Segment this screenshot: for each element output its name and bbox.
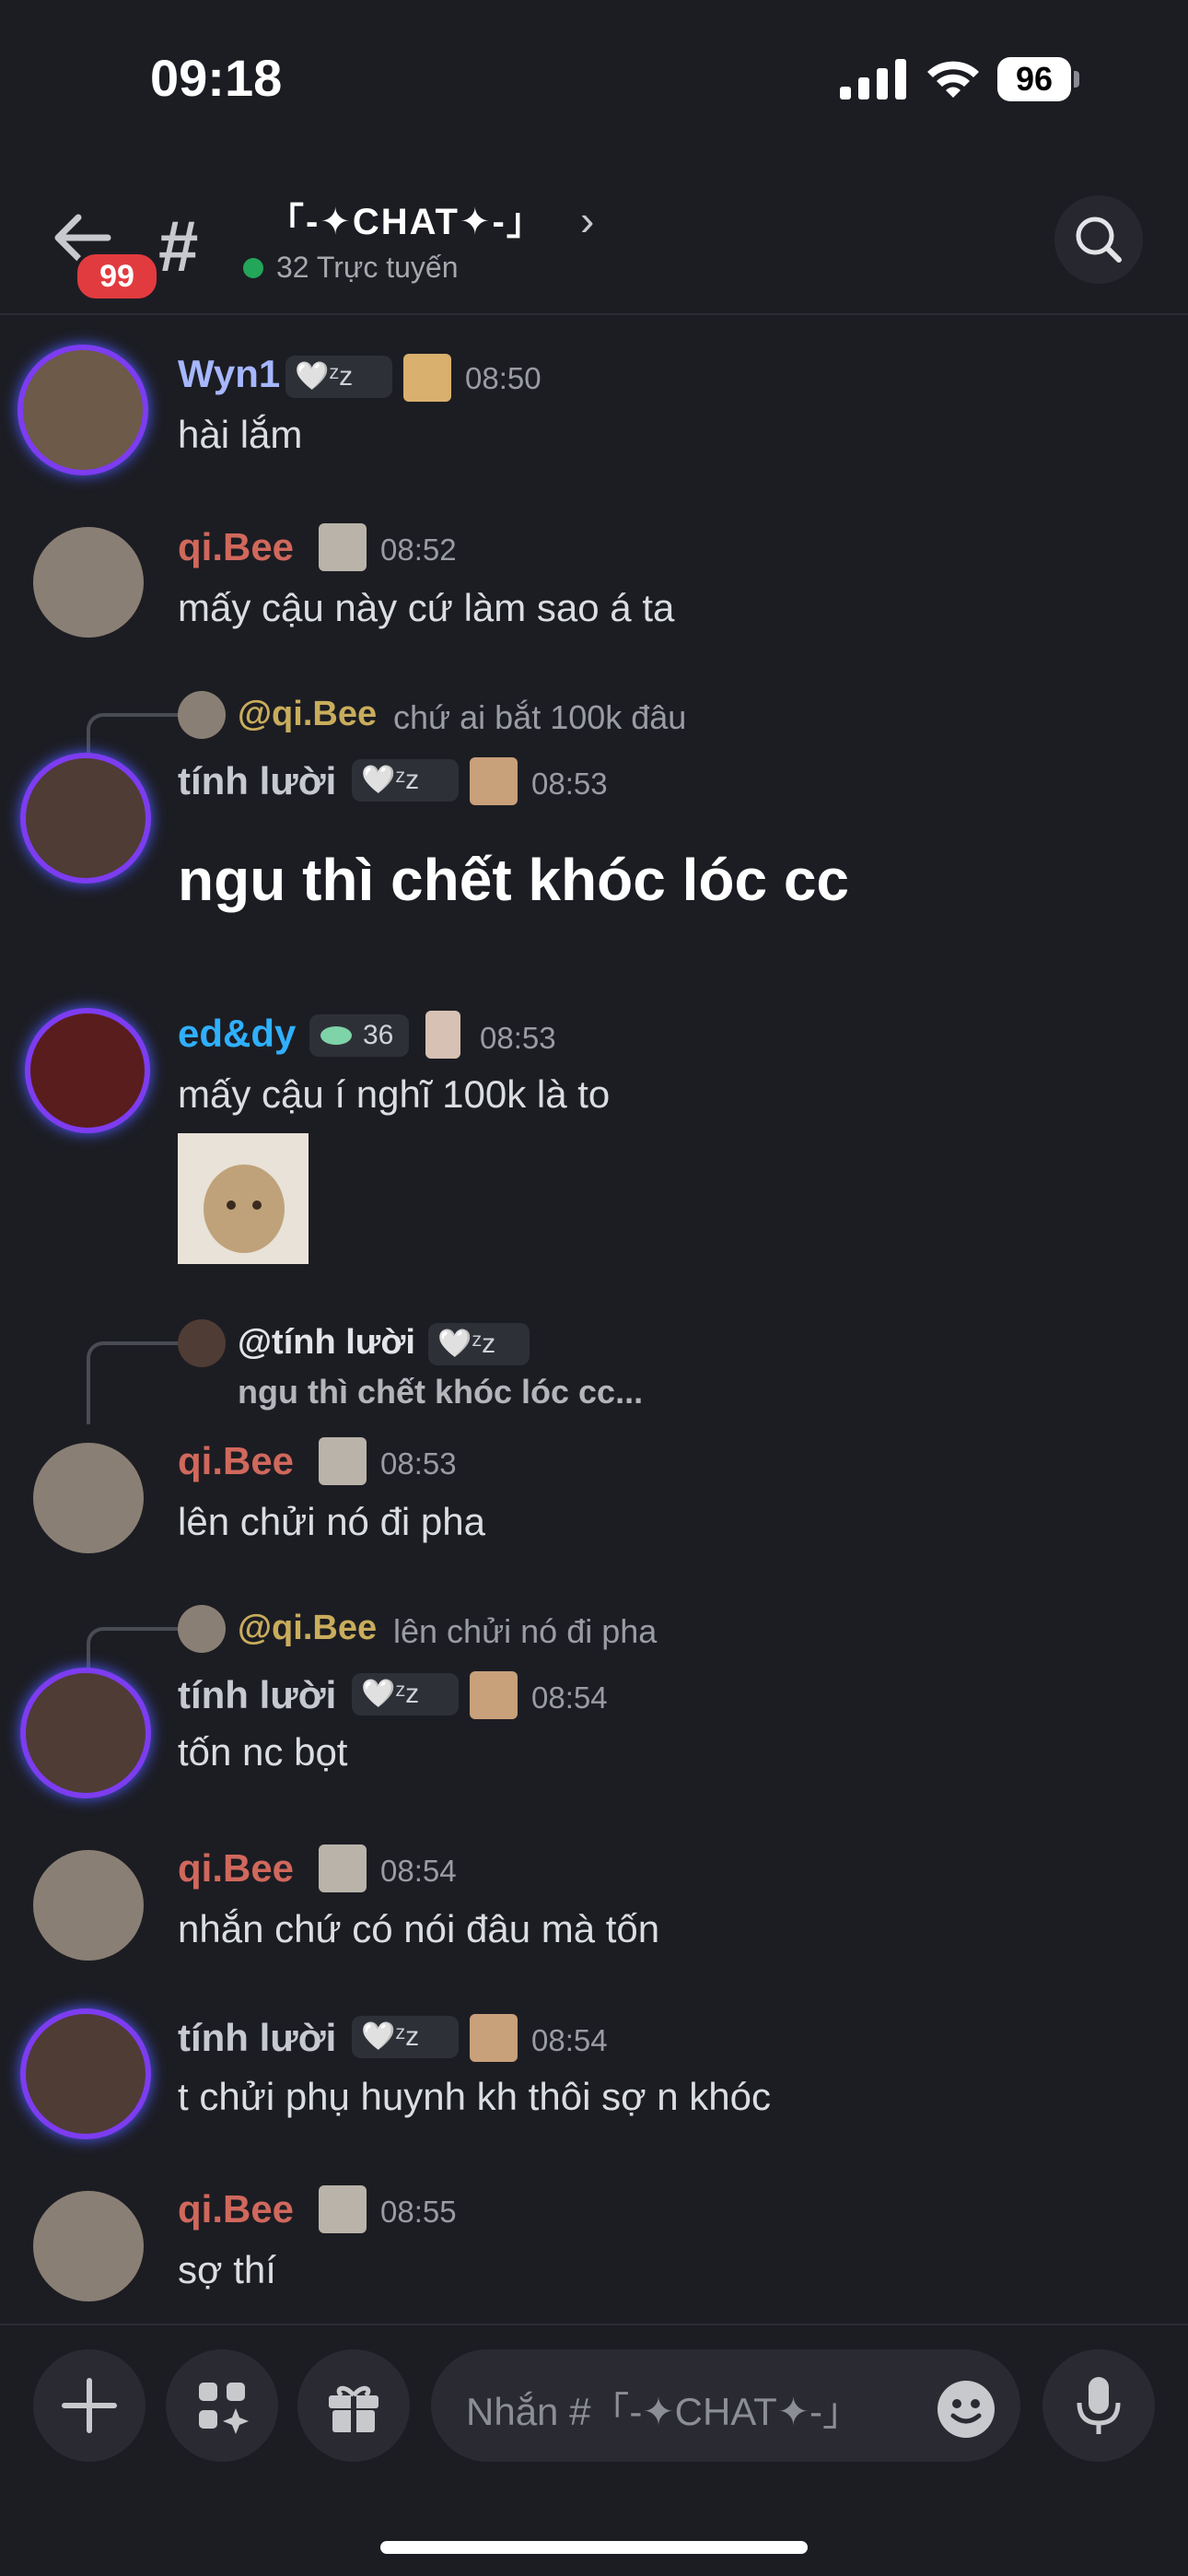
user-tag: 🤍ᶻz xyxy=(352,1673,459,1715)
message-text: ngu thì chết khóc lóc cc xyxy=(178,847,849,913)
search-icon xyxy=(1076,217,1122,263)
reply-preview[interactable]: chứ ai bắt 100k đâu xyxy=(393,698,686,737)
composer-divider xyxy=(0,2324,1188,2325)
mic-icon xyxy=(1077,2377,1121,2434)
reply-mention[interactable]: @qi.Bee xyxy=(238,1609,377,1648)
reply-user-tag: 🤍ᶻz xyxy=(428,1323,530,1365)
timestamp: 08:50 xyxy=(465,361,542,395)
avatar[interactable] xyxy=(26,2014,146,2134)
cat-sticker-icon xyxy=(178,1133,309,1264)
apps-button[interactable] xyxy=(166,2349,278,2462)
avatar[interactable] xyxy=(33,1850,144,1961)
username[interactable]: qi.Bee xyxy=(178,2187,294,2231)
reply-connector xyxy=(87,713,179,754)
message-text: lên chửi nó đi pha xyxy=(178,1500,486,1543)
unread-badge: 99 xyxy=(74,251,160,302)
role-icon xyxy=(319,1437,367,1485)
role-icon xyxy=(470,757,518,805)
voice-button[interactable] xyxy=(1042,2349,1155,2462)
avatar[interactable] xyxy=(30,1013,145,1128)
avatar[interactable] xyxy=(33,1443,144,1553)
online-status-dot xyxy=(243,258,263,278)
status-time: 09:18 xyxy=(150,49,283,107)
emoji-icon[interactable] xyxy=(936,2379,996,2440)
timestamp: 08:52 xyxy=(380,533,457,567)
message-text: mấy cậu này cứ làm sao á ta xyxy=(178,586,675,629)
cellular-signal-icon xyxy=(840,59,906,100)
reply-connector xyxy=(87,1627,179,1669)
avatar[interactable] xyxy=(33,527,144,638)
username[interactable]: tính lười xyxy=(178,2016,336,2060)
gift-button[interactable] xyxy=(297,2349,410,2462)
avatar[interactable] xyxy=(23,350,143,470)
leaf-icon xyxy=(320,1026,352,1045)
message-text: nhắn chứ có nói đâu mà tốn xyxy=(178,1907,660,1950)
message-text: hài lắm xyxy=(178,413,303,456)
sticker-image[interactable] xyxy=(178,1133,309,1264)
header-divider xyxy=(0,313,1188,315)
search-button[interactable] xyxy=(1054,195,1143,284)
timestamp: 08:54 xyxy=(531,2023,608,2057)
reply-avatar xyxy=(178,691,226,739)
user-tag: 🤍ᶻz xyxy=(285,356,392,398)
home-indicator xyxy=(380,2541,808,2554)
username[interactable]: Wyn1 xyxy=(178,352,280,396)
timestamp: 08:55 xyxy=(380,2195,457,2229)
gift-icon xyxy=(329,2385,379,2432)
message-input-placeholder: Nhắn #「-✦CHAT✦-」 xyxy=(466,2390,862,2433)
avatar[interactable] xyxy=(26,758,146,878)
message-text: sợ thí xyxy=(178,2248,276,2291)
role-icon xyxy=(403,354,451,402)
message-text: tốn nc bọt xyxy=(178,1730,348,1774)
role-icon xyxy=(425,1011,460,1059)
avatar[interactable] xyxy=(26,1673,146,1793)
reply-connector xyxy=(87,1341,179,1424)
username[interactable]: tính lười xyxy=(178,759,336,803)
user-tag: 🤍ᶻz xyxy=(352,2016,459,2058)
role-icon xyxy=(319,523,367,571)
username[interactable]: ed&dy xyxy=(178,1012,296,1056)
reply-avatar xyxy=(178,1605,226,1653)
timestamp: 08:54 xyxy=(531,1680,608,1715)
role-icon xyxy=(470,1671,518,1719)
reply-avatar xyxy=(178,1319,226,1367)
reply-preview[interactable]: lên chửi nó đi pha xyxy=(393,1612,657,1651)
username[interactable]: qi.Bee xyxy=(178,525,294,569)
username[interactable]: tính lười xyxy=(178,1673,336,1717)
wifi-icon xyxy=(927,61,979,98)
user-tag: 🤍ᶻz xyxy=(352,759,459,802)
channel-title[interactable]: 「-✦CHAT✦-」 xyxy=(267,192,545,245)
timestamp: 08:53 xyxy=(480,1021,556,1055)
avatar[interactable] xyxy=(33,2191,144,2301)
reply-preview[interactable]: ngu thì chết khóc lóc cc... xyxy=(238,1373,643,1411)
username[interactable]: qi.Bee xyxy=(178,1439,294,1483)
hash-icon: # xyxy=(158,205,199,287)
timestamp: 08:53 xyxy=(531,767,608,801)
username[interactable]: qi.Bee xyxy=(178,1846,294,1891)
chevron-right-icon[interactable]: › xyxy=(580,195,594,245)
timestamp: 08:54 xyxy=(380,1854,457,1888)
plus-icon xyxy=(62,2378,117,2433)
battery-icon: 96 xyxy=(997,57,1080,101)
battery-level: 96 xyxy=(997,57,1071,101)
reply-mention[interactable]: @qi.Bee xyxy=(238,695,377,734)
timestamp: 08:53 xyxy=(380,1446,457,1481)
attach-button[interactable] xyxy=(33,2349,146,2462)
message-text: t chửi phụ huynh kh thôi sợ n khóc xyxy=(178,2075,772,2118)
message-text: mấy cậu í nghĩ 100k là to xyxy=(178,1072,611,1116)
role-icon xyxy=(319,1844,367,1892)
online-count: 32 Trực tuyến xyxy=(276,251,459,284)
apps-icon xyxy=(199,2383,249,2434)
role-icon xyxy=(470,2014,518,2062)
reply-mention[interactable]: @tính lười xyxy=(238,1323,415,1363)
role-icon xyxy=(319,2185,367,2233)
